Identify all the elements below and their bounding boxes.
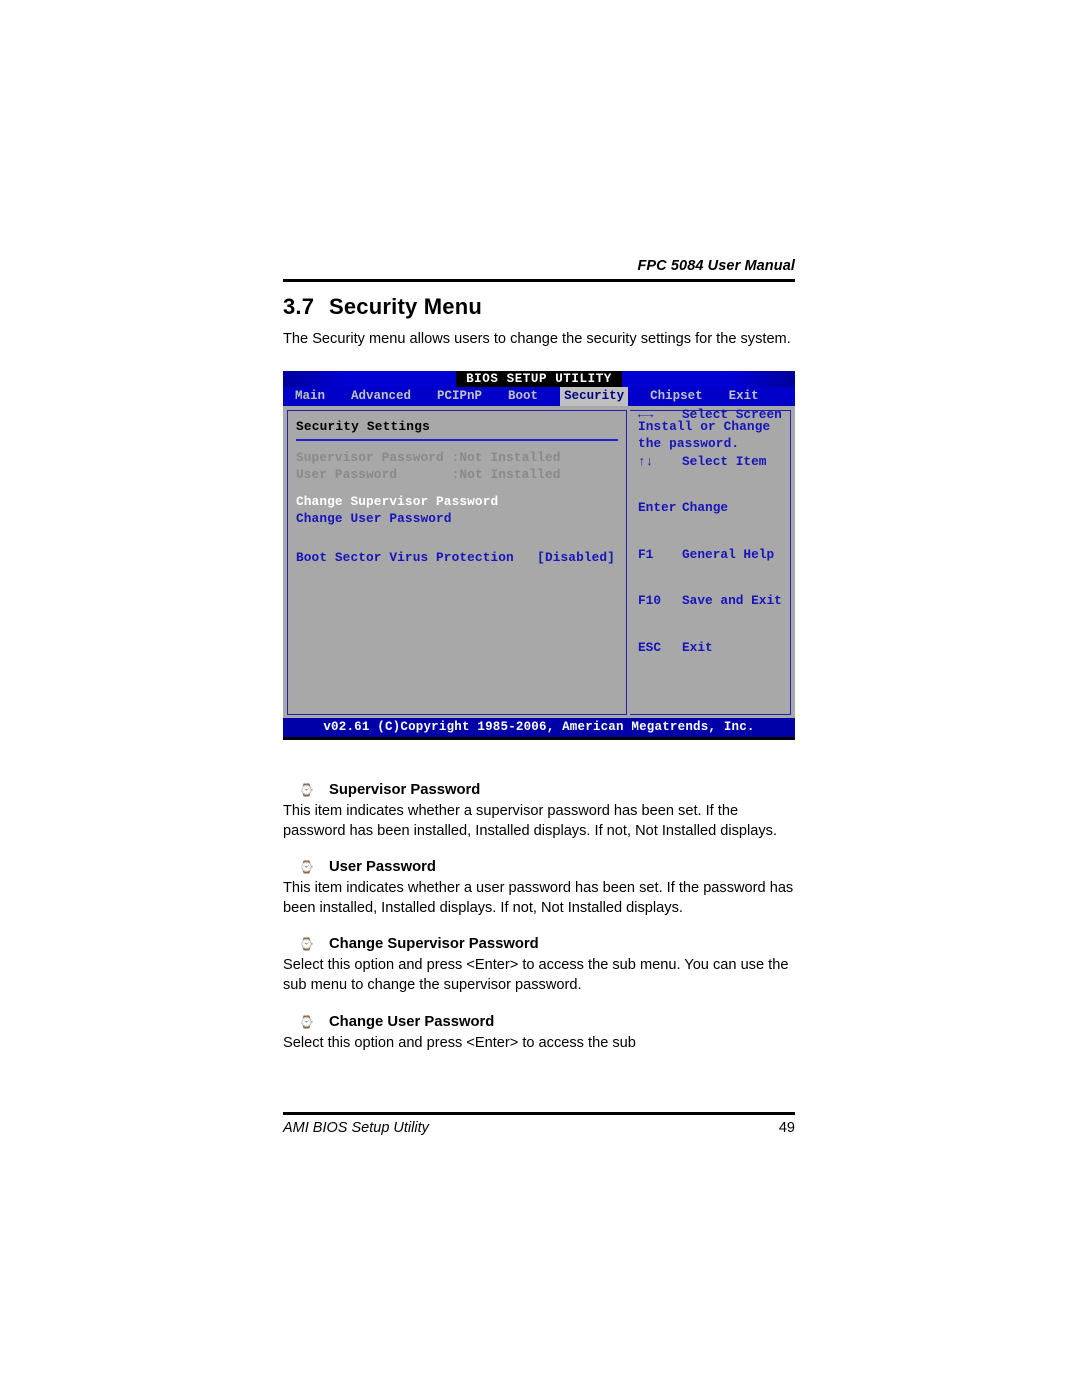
bios-body: Security Settings Supervisor Password :N…: [283, 406, 795, 718]
menu-item-change-user-password[interactable]: Change User Password: [296, 510, 618, 527]
clock-bullet-icon: ⌚: [299, 1014, 314, 1029]
page-title: 3.7 Security Menu: [283, 294, 795, 320]
user-password-value: :Not Installed: [451, 467, 561, 482]
tab-security[interactable]: Security: [560, 387, 629, 406]
item-heading-change-user-password: ⌚ Change User Password: [283, 1012, 795, 1032]
item-heading-change-supervisor-password: ⌚ Change Supervisor Password: [283, 934, 795, 954]
tab-pcipnp[interactable]: PCIPnP: [433, 387, 486, 406]
item-heading-user-password: ⌚ User Password: [283, 857, 795, 877]
tab-advanced[interactable]: Advanced: [347, 387, 415, 406]
f10-key: F10: [638, 593, 662, 608]
item-text-supervisor-password: This item indicates whether a supervisor…: [283, 803, 778, 839]
supervisor-password-value: :Not Installed: [451, 450, 561, 465]
menu-item-change-supervisor-password[interactable]: Change Supervisor Password: [296, 493, 618, 510]
footer-divider: [283, 1112, 795, 1115]
select-item-action: Select Item: [682, 453, 767, 469]
item-text-change-supervisor-password: Select this option and press <Enter> to …: [283, 957, 789, 993]
manual-page: FPC 5084 User Manual 3.7 Security Menu Th…: [283, 0, 795, 1397]
tab-main[interactable]: Main: [291, 387, 329, 406]
key-legend-row: Enter Change: [638, 500, 782, 516]
item-text-change-user-password: Select this option and press <Enter> to …: [283, 1034, 636, 1051]
header-divider: [283, 279, 795, 282]
tab-boot[interactable]: Boot: [504, 387, 542, 406]
item-text-user-password: This item indicates whether a user passw…: [283, 880, 794, 916]
clock-bullet-icon: ⌚: [299, 937, 314, 952]
bios-help-panel: Install or Change the password. ←→ Select…: [630, 407, 791, 715]
item-heading-label: User Password: [329, 859, 436, 876]
key-legend-row: F1 General Help: [638, 547, 782, 563]
page-number: 49: [778, 1120, 795, 1136]
item-heading-label: Change User Password: [329, 1013, 495, 1030]
enter-action: Change: [682, 500, 729, 515]
section-number: 3.7: [283, 294, 315, 319]
select-item-key: ↑↓: [638, 453, 654, 469]
f10-action: Save and Exit: [682, 593, 782, 608]
key-legend-row: ESC Exit: [638, 640, 782, 656]
f1-key: F1: [638, 546, 654, 562]
body-copy: ⌚ Supervisor Password This item indicate…: [283, 780, 795, 1069]
item-heading-supervisor-password: ⌚ Supervisor Password: [283, 780, 795, 800]
boot-sector-virus-protection-label: Boot Sector Virus Protection: [296, 550, 514, 565]
item-heading-label: Supervisor Password: [329, 782, 481, 798]
bios-settings-panel: Security Settings Supervisor Password :N…: [287, 410, 627, 715]
bios-title: BIOS SETUP UTILITY: [456, 371, 622, 387]
row-user-password-status: User Password :Not Installed: [296, 466, 618, 483]
user-password-label: User Password: [296, 467, 398, 482]
supervisor-password-label: Supervisor Password: [296, 450, 444, 465]
section-title: Security Menu: [329, 294, 482, 319]
key-legend-row: F10 Save and Exit: [638, 593, 782, 609]
menu-item-boot-sector-virus-protection[interactable]: Boot Sector Virus Protection [Disabled]: [296, 549, 618, 566]
esc-key: ESC: [638, 639, 662, 655]
key-legend: ←→ Select Screen ↑↓ Select Item Enter Chang…: [638, 376, 782, 686]
enter-key: Enter: [638, 500, 677, 515]
running-header: FPC 5084 User Manual: [637, 258, 795, 274]
esc-action: Exit: [682, 639, 713, 655]
bios-copyright-bar: v02.61 (C)Copyright 1985-2006, American …: [283, 718, 795, 737]
f1-action: General Help: [682, 546, 775, 562]
clock-bullet-icon: ⌚: [299, 860, 314, 875]
clock-bullet-icon: ⌚: [299, 783, 314, 797]
intro-paragraph: The Security menu allows users to change…: [283, 331, 791, 347]
row-supervisor-password-status: Supervisor Password :Not Installed: [296, 449, 618, 466]
footer-title: AMI BIOS Setup Utility: [283, 1120, 429, 1136]
key-legend-row: ↑↓ Select Item: [638, 454, 782, 470]
settings-panel-title: Security Settings: [296, 419, 430, 434]
key-legend-row: ←→ Select Screen: [638, 407, 782, 423]
bios-screenshot-figure: BIOS SETUP UTILITY Main Advanced PCIPnP …: [283, 371, 795, 740]
page-footer: AMI BIOS Setup Utility 49: [283, 1120, 795, 1136]
select-screen-action: Select Screen: [682, 407, 782, 422]
item-heading-label: Change Supervisor Password: [329, 936, 539, 953]
select-screen-key: ←→: [638, 407, 654, 422]
settings-panel-divider: [296, 439, 618, 441]
boot-sector-virus-protection-value: [Disabled]: [537, 550, 615, 565]
